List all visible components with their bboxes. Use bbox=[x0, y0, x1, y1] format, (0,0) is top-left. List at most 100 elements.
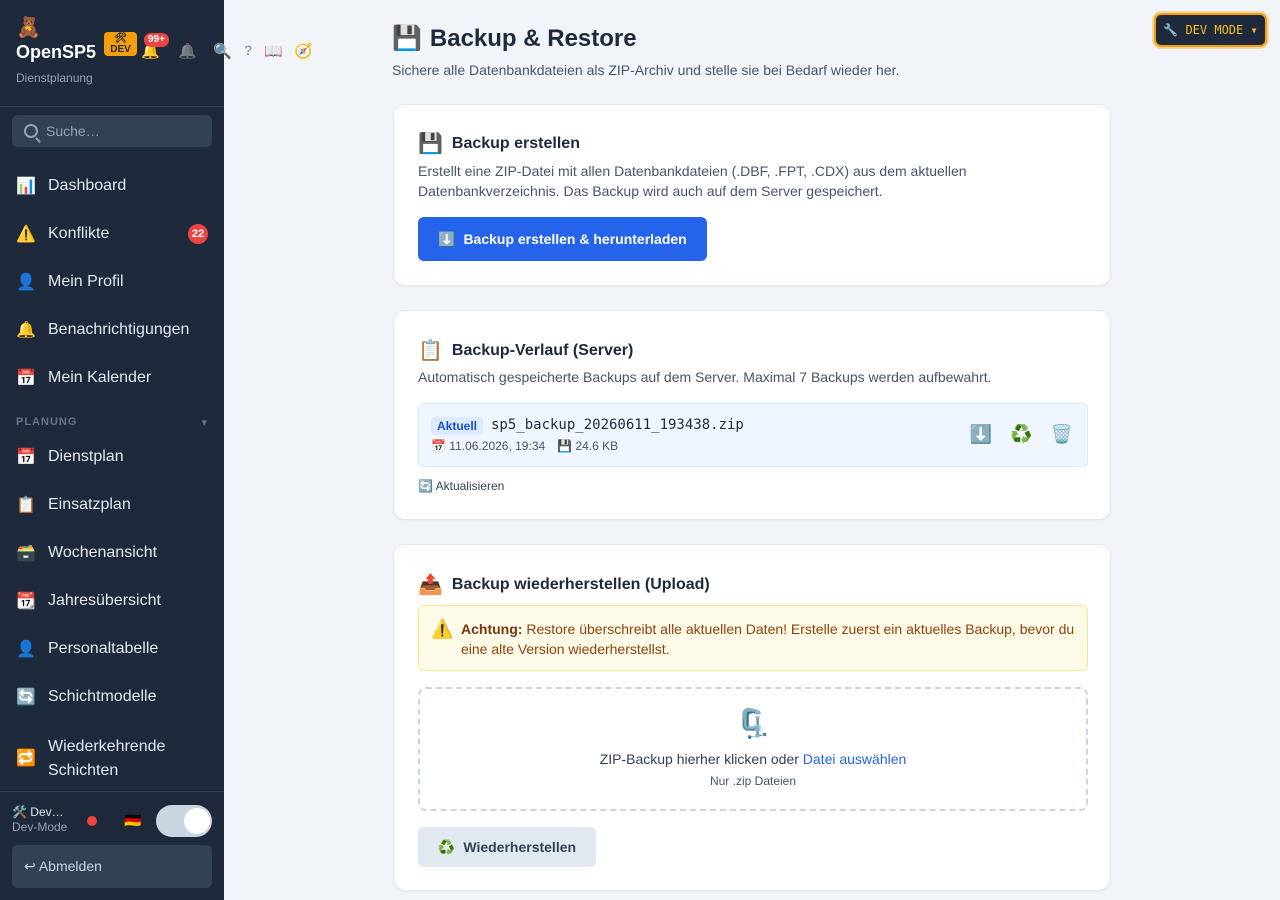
choose-file-link[interactable]: Datei auswählen bbox=[803, 751, 907, 767]
sidebar-item-label: Benachrichtigungen bbox=[48, 321, 190, 338]
sidebar-item-schichtmodelle[interactable]: 🔄 Schichtmodelle bbox=[0, 673, 224, 721]
refresh-icon: 🔄 bbox=[16, 689, 36, 706]
warning-icon: ⚠️ bbox=[16, 226, 36, 243]
logout-button[interactable]: ↩ Abmelden bbox=[12, 845, 212, 888]
search-icon bbox=[24, 124, 38, 138]
sidebar-item-label: Schichtmodelle bbox=[48, 688, 157, 705]
calendar-icon: 📅 bbox=[16, 449, 36, 466]
restore-icon[interactable]: ♻️ bbox=[1010, 424, 1032, 445]
restore-button[interactable]: ♻️ Wiederherstellen bbox=[418, 827, 596, 867]
refresh-button[interactable]: 🔄 Aktualisieren bbox=[418, 479, 504, 493]
section-planung[interactable]: PLANUNG ▾ bbox=[16, 416, 208, 429]
sidebar-item-label: Dienstplan bbox=[48, 448, 124, 465]
compass-icon[interactable]: 🧭 bbox=[294, 42, 313, 60]
dropzone-text: ZIP-Backup hierher klicken oder Datei au… bbox=[599, 751, 907, 767]
sidebar-item-benachrichtigungen[interactable]: 🔔 Benachrichtigungen bbox=[0, 306, 224, 354]
sidebar-item-profil[interactable]: 👤 Mein Profil bbox=[0, 258, 224, 306]
create-backup-button[interactable]: ⬇️ Backup erstellen & herunterladen bbox=[418, 217, 707, 261]
warning-alert: ⚠️ Achtung: Restore überschreibt alle ak… bbox=[418, 605, 1088, 671]
sidebar-item-wiederkehrende-schichten[interactable]: 🔁 Wiederkehrende Schichten bbox=[0, 733, 224, 789]
toggle-knob bbox=[184, 808, 210, 834]
sidebar-item-label: Jahresübersicht bbox=[48, 592, 161, 609]
calendar-tearoff-icon: 📆 bbox=[16, 593, 36, 610]
page-title: 💾 Backup & Restore bbox=[392, 24, 637, 53]
card-restore-backup: 📤 Backup wiederherstellen (Upload) ⚠️ Ac… bbox=[393, 544, 1111, 891]
list-item: Aktuell sp5_backup_20260611_193438.zip 📅… bbox=[418, 403, 1088, 467]
clamp-icon: 🗜️ bbox=[735, 708, 771, 739]
app-name: OpenSP5 bbox=[16, 42, 97, 62]
search-placeholder: Suche… bbox=[46, 123, 100, 139]
dropzone-hint: Nur .zip Dateien bbox=[709, 774, 797, 788]
backup-date: 11.06.2026, 19:34 bbox=[449, 439, 546, 453]
clipboard-icon: 📋 bbox=[418, 340, 443, 362]
sidebar-item-jahresuebersicht[interactable]: 📆 Jahresübersicht bbox=[0, 577, 224, 625]
sidebar-item-wochenansicht[interactable]: 🗃️ Wochenansicht bbox=[0, 529, 224, 577]
backup-meta: 📅 11.06.2026, 19:34 💾 24.6 KB bbox=[431, 439, 618, 453]
warning-icon: ⚠️ bbox=[431, 619, 454, 639]
sidebar-item-label: Personaltabelle bbox=[48, 640, 159, 657]
status-dot bbox=[87, 816, 97, 826]
sidebar-item-label: Dashboard bbox=[48, 177, 127, 194]
floppy-disk-icon: 💾 bbox=[418, 133, 443, 155]
backup-size: 24.6 KB bbox=[575, 439, 619, 453]
restore-icon: ♻️ bbox=[437, 838, 456, 855]
page-subtitle: Sichere alle Datenbankdateien als ZIP-Ar… bbox=[392, 62, 900, 78]
app-subtitle: Dienstplanung bbox=[16, 71, 93, 85]
dev-badge: 🛠 DEV bbox=[104, 32, 137, 56]
sidebar-item-dashboard[interactable]: 📊 Dashboard bbox=[0, 162, 224, 210]
sidebar-item-label: Konflikte bbox=[48, 225, 110, 242]
sidebar-item-label: Wiederkehrende Schichten bbox=[48, 738, 166, 779]
card-description: Erstellt eine ZIP-Datei mit allen Datenb… bbox=[418, 163, 967, 199]
floppy-disk-icon: 💾 bbox=[392, 25, 422, 52]
file-dropzone[interactable]: 🗜️ ZIP-Backup hierher klicken oder Datei… bbox=[418, 687, 1088, 811]
sidebar-item-label: Wochenansicht bbox=[48, 544, 158, 561]
repeat-icon: 🔁 bbox=[16, 750, 36, 767]
download-icon: ⬇️ bbox=[438, 230, 456, 247]
bell-icon: 🔔 bbox=[16, 322, 36, 339]
divider bbox=[0, 106, 224, 107]
card-create-backup: 💾 Backup erstellen Erstellt eine ZIP-Dat… bbox=[393, 104, 1111, 286]
notification-count-badge: 99+ bbox=[144, 33, 169, 47]
sidebar-item-dienstplan[interactable]: 📅 Dienstplan bbox=[0, 433, 224, 481]
sidebar-item-einsatzplan[interactable]: 📋 Einsatzplan bbox=[0, 481, 224, 529]
brand[interactable]: 🧸 OpenSP5 Dienstplanung bbox=[16, 16, 96, 85]
help-icon[interactable]: ? bbox=[244, 42, 253, 58]
card-title: 💾 Backup erstellen bbox=[418, 133, 580, 155]
user-icon: 👤 bbox=[16, 274, 36, 291]
user-icon: 👤 bbox=[16, 641, 36, 658]
dev-mode-button[interactable]: 🔧 DEV MODE ▾ bbox=[1154, 13, 1267, 47]
chevron-down-icon: ▾ bbox=[201, 417, 208, 429]
search-input[interactable]: Suche… bbox=[12, 115, 212, 147]
calendar-icon: 📅 bbox=[16, 370, 36, 387]
sidebar: 🧸 OpenSP5 Dienstplanung 🛠 DEV 🔔 99+ 🔔 🔍 … bbox=[0, 0, 313, 900]
theme-toggle[interactable] bbox=[156, 805, 212, 837]
chart-icon: 📊 bbox=[16, 178, 36, 195]
sidebar-item-label: Mein Kalender bbox=[48, 369, 152, 386]
upload-tray-icon: 📤 bbox=[418, 574, 443, 596]
row-actions: ⬇️ ♻️ 🗑️ bbox=[970, 424, 1073, 445]
sidebar-item-personaltabelle[interactable]: 👤 Personaltabelle bbox=[0, 625, 224, 673]
calendar-icon: 📅 bbox=[431, 439, 446, 453]
download-icon[interactable]: ⬇️ bbox=[970, 424, 992, 445]
current-badge: Aktuell bbox=[431, 417, 484, 435]
floppy-disk-icon: 💾 bbox=[557, 439, 573, 453]
sidebar-footer: 🛠️ Dev… Dev-Mode 🇩🇪 ↩ Abmelden bbox=[0, 791, 224, 900]
search-icon[interactable]: 🔍 bbox=[213, 42, 232, 60]
bell-outline-icon[interactable]: 🔔 bbox=[178, 42, 197, 60]
card-title: 📤 Backup wiederherstellen (Upload) bbox=[418, 574, 710, 596]
current-user: 🛠️ Dev… Dev-Mode bbox=[12, 805, 68, 834]
sidebar-item-label: Mein Profil bbox=[48, 273, 124, 290]
wrench-icon: 🛠 bbox=[114, 33, 127, 44]
clipboard-icon: 📋 bbox=[16, 497, 36, 514]
sidebar-item-label: Einsatzplan bbox=[48, 496, 131, 513]
book-icon[interactable]: 📖 bbox=[264, 42, 283, 60]
sidebar-item-kalender[interactable]: 📅 Mein Kalender bbox=[0, 354, 224, 402]
card-box-icon: 🗃️ bbox=[16, 545, 36, 562]
card-title: 📋 Backup-Verlauf (Server) bbox=[418, 340, 634, 362]
sidebar-item-konflikte[interactable]: ⚠️ Konflikte 22 bbox=[0, 210, 224, 258]
trash-icon[interactable]: 🗑️ bbox=[1051, 424, 1073, 445]
german-flag-icon[interactable]: 🇩🇪 bbox=[124, 812, 141, 829]
conflict-count-badge: 22 bbox=[188, 224, 208, 244]
card-description: Automatisch gespeicherte Backups auf dem… bbox=[418, 369, 992, 385]
teddy-bear-icon: 🧸 bbox=[16, 17, 41, 39]
